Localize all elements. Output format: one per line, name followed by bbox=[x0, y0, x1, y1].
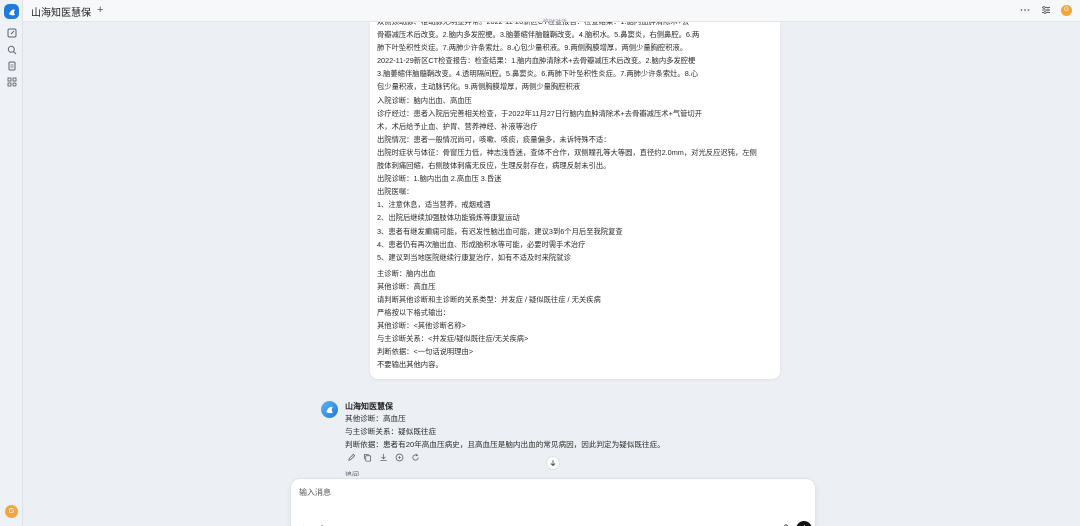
user-message-line: 出院情况：患者一般情况尚可，咳嗽、咳痰，痰量偏多，未诉特殊不适： bbox=[377, 134, 611, 144]
user-message-line: 主诊断：脑内出血 bbox=[377, 268, 436, 278]
left-sidebar: G bbox=[0, 0, 23, 526]
chevron-down-icon[interactable] bbox=[83, 5, 93, 16]
truncated-text: 追问 bbox=[345, 472, 359, 476]
user-message-line: 出院医嘱： bbox=[377, 187, 414, 197]
new-chat-icon[interactable] bbox=[5, 26, 18, 39]
settings-icon[interactable] bbox=[1040, 4, 1052, 16]
regenerate-icon[interactable] bbox=[410, 452, 420, 462]
user-message-line: 肢体刺痛回缩，右侧肢体刺痛无反应，生理反射存在，病理反射未引出。 bbox=[377, 161, 611, 171]
message-input[interactable] bbox=[299, 488, 779, 497]
user-message-line: 判断依据：<一句话说明理由> bbox=[377, 347, 474, 357]
user-message-line: 2、出院后继续加强肢体功能锻炼等康复运动 bbox=[377, 213, 520, 223]
share-icon[interactable] bbox=[394, 452, 404, 462]
scroll-to-bottom-button[interactable] bbox=[546, 456, 560, 470]
voice-mode-button[interactable] bbox=[796, 521, 812, 526]
search-icon[interactable] bbox=[5, 43, 18, 56]
user-message-line: 与主诊断关系：<并发症/疑似既往症/无关疾病> bbox=[377, 334, 529, 344]
user-message-line: 3、患者有继发癫痫可能，有迟发性脑出血可能，建议3到6个月后至我院复查 bbox=[377, 226, 623, 236]
user-message-line: 不要输出其他内容。 bbox=[377, 360, 443, 370]
edit-icon[interactable] bbox=[346, 452, 356, 462]
user-message-line: 出院时症状与体征：骨窗压力低，神志浅昏迷，查体不合作，双侧瞳孔等大等圆，直径约2… bbox=[377, 147, 757, 157]
user-message-line: 1、注意休息，适当营养，戒烟戒酒 bbox=[377, 200, 491, 210]
user-message-line: 诊疗经过：患者入院后完善相关检查，于2022年11月27日行脑内血肿清除术+去骨… bbox=[377, 108, 703, 118]
user-message-line: 其他诊断：<其他诊断名称> bbox=[377, 321, 466, 331]
bot-avatar-icon bbox=[321, 401, 338, 418]
bot-action-bar bbox=[346, 452, 420, 462]
top-right-controls: G bbox=[1019, 4, 1072, 16]
bot-name: 山海知医慧保 bbox=[345, 402, 393, 411]
user-message-bubble: 双侧颈动脉、椎动脉无明显异常。2022-11-20新区CT检查报告：检查结果：1… bbox=[370, 22, 780, 379]
user-message-line: 入院诊断：脑内出血、高血压 bbox=[377, 95, 472, 105]
arrow-down-icon bbox=[550, 460, 556, 467]
bot-reply-line: 其他诊断：高血压 bbox=[345, 414, 406, 423]
export-icon[interactable] bbox=[378, 452, 388, 462]
user-message-line: 3.脑萎缩伴脑髓鞘改变。4.透明隔间腔。5.鼻窦炎。6.两肺下叶坠积性炎症。7.… bbox=[377, 69, 699, 79]
user-message-line: 4、患者仍有再次脑出血、形成脑积水等可能，必要时需手术治疗 bbox=[377, 239, 586, 249]
new-tab-plus-icon[interactable]: + bbox=[97, 4, 103, 16]
user-message-line: 包少量积液，主动脉钙化。9.两侧胸膜增厚，两侧少量胸腔积液 bbox=[377, 82, 581, 92]
user-message-line: 肺下叶坠积性炎症。7.两肺少许条索灶。8.心包少量积液。9.两侧胸膜增厚，两侧少… bbox=[377, 43, 688, 53]
user-avatar[interactable]: G bbox=[5, 505, 18, 518]
bot-reply-text: 其他诊断：高血压 与主诊断关系：疑似既往症 判断依据：患者有20年高血压病史，且… bbox=[345, 412, 665, 451]
user-message-line: 术，术后给予止血、护胃、营养神经、补液等治疗 bbox=[377, 121, 538, 131]
copy-icon[interactable] bbox=[362, 452, 372, 462]
user-message-line: 骨瓣减压术后改变。2.脑内多发腔梗。3.脑萎缩伴脑髓鞘改变。4.脑积水。5.鼻窦… bbox=[377, 30, 700, 40]
user-message-text: 双侧颈动脉、椎动脉无明显异常。2022-11-20新区CT检查报告：检查结果：1… bbox=[377, 22, 774, 372]
bot-reply-line: 与主诊断关系：疑似既往症 bbox=[345, 427, 437, 436]
top-bar: 山海知医慧保 + G 临时对话 bbox=[23, 0, 1080, 26]
user-message-line: 出院诊断：1.脑内出血 2.高血压 3.昏迷 bbox=[377, 174, 502, 184]
more-icon[interactable] bbox=[1019, 4, 1031, 16]
user-message-line: 2022-11-29新区CT检查报告：检查结果：1.脑内血肿清除术+去骨瓣减压术… bbox=[377, 56, 696, 66]
bot-reply-line: 判断依据：患者有20年高血压病史，且高血压是脑内出血的常见病因，因此判定为疑似既… bbox=[345, 440, 665, 449]
avatar-letter: G bbox=[8, 508, 15, 515]
user-message-line: 严格按以下格式输出： bbox=[377, 308, 450, 318]
user-message-line: 其他诊断：高血压 bbox=[377, 281, 436, 291]
app-logo-icon[interactable] bbox=[4, 4, 19, 19]
app-title[interactable]: 山海知医慧保 bbox=[31, 4, 91, 19]
user-message-line: 请判断其他诊断和主诊断的关系类型：并发症 / 疑似既往症 / 无关疾病 bbox=[377, 294, 601, 304]
user-message-line: 5、建议到当地医院继续行康复治疗，如有不适及时来院就诊 bbox=[377, 252, 571, 262]
top-avatar[interactable]: G bbox=[1061, 4, 1072, 16]
top-avatar-letter: G bbox=[1064, 7, 1069, 13]
conversation-area: 双侧颈动脉、椎动脉无明显异常。2022-11-20新区CT检查报告：检查结果：1… bbox=[23, 22, 1080, 526]
message-composer: 思考 bbox=[290, 478, 816, 526]
document-icon[interactable] bbox=[5, 59, 18, 72]
apps-icon[interactable] bbox=[5, 75, 18, 88]
